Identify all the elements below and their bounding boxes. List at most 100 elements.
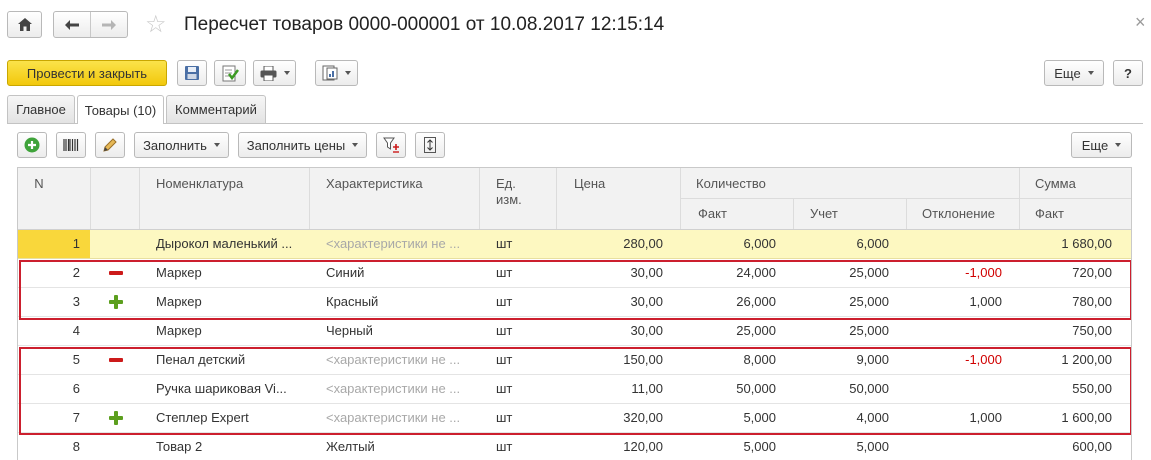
printer-icon: [260, 65, 276, 81]
tab-divider: [7, 123, 1143, 124]
cell-price: 320,00: [623, 410, 663, 425]
cell-sum: 1 680,00: [1061, 236, 1112, 251]
cell-qty-account: 25,000: [849, 265, 889, 280]
document-title: Пересчет товаров 0000-000001 от 10.08.20…: [184, 14, 665, 35]
col-header-sum: Сумма: [1035, 176, 1076, 191]
table-row[interactable]: 1 Дырокол маленький ... <характеристики не…: [18, 230, 1131, 259]
cell-sum: 750,00: [1072, 323, 1112, 338]
post-button[interactable]: [214, 60, 246, 86]
cell-unit: шт: [496, 236, 513, 251]
table-row[interactable]: 5 Пенал детский <характеристики не ... шт 15…: [18, 346, 1131, 375]
table-row[interactable]: 7 Степлер Expert <характеристики не ... шт 3…: [18, 404, 1131, 433]
more-button[interactable]: Еще: [1044, 60, 1104, 86]
col-header-characteristic[interactable]: Характеристика: [326, 176, 423, 192]
tab-comment[interactable]: Комментарий: [166, 95, 266, 123]
table-row[interactable]: 2 Маркер Синий шт 30,00 24,000 25,000 -1,000 720…: [18, 259, 1131, 288]
favorite-star-icon[interactable]: ☆: [145, 12, 167, 38]
reports-dropdown[interactable]: [315, 60, 358, 86]
shortage-minus-icon: [109, 358, 123, 362]
col-header-qty-fact[interactable]: Факт: [698, 206, 727, 222]
help-button[interactable]: ?: [1113, 60, 1143, 86]
report-icon: [322, 65, 338, 81]
cell-sum: 780,00: [1072, 294, 1112, 309]
cell-unit: шт: [496, 294, 513, 309]
back-button[interactable]: [54, 12, 90, 37]
pencil-icon: [103, 138, 117, 152]
cell-sum: 720,00: [1072, 265, 1112, 280]
home-button[interactable]: [7, 11, 42, 38]
tab-main[interactable]: Главное: [7, 95, 75, 123]
cell-characteristic: Желтый: [326, 439, 375, 454]
pick-goods-button[interactable]: [95, 132, 125, 158]
col-header-sum-fact[interactable]: Факт: [1035, 206, 1064, 222]
table-more-label: Еще: [1081, 137, 1109, 153]
cell-qty-fact: 8,000: [743, 352, 776, 367]
cell-nomenclature: Маркер: [156, 294, 202, 309]
table-row[interactable]: 8 Товар 2 Желтый шт 120,00 5,000 5,000 600,00: [18, 433, 1131, 460]
cell-qty-fact: 6,000: [743, 236, 776, 251]
table-row[interactable]: 3 Маркер Красный шт 30,00 26,000 25,000 1,000 78…: [18, 288, 1131, 317]
add-circle-icon: [24, 137, 40, 153]
cell-characteristic: Красный: [326, 294, 379, 309]
cell-qty-deviation: [908, 230, 1002, 258]
fill-dropdown[interactable]: Заполнить: [134, 132, 229, 158]
print-dropdown[interactable]: [253, 60, 296, 86]
fill-prices-dropdown[interactable]: Заполнить цены: [238, 132, 367, 158]
filter-deviations-button[interactable]: [376, 132, 406, 158]
col-header-qty-deviation[interactable]: Отклонение: [922, 206, 995, 222]
cell-price: 30,00: [630, 294, 663, 309]
cell-qty-fact: 25,000: [736, 323, 776, 338]
col-header-n[interactable]: N: [18, 176, 60, 192]
col-header-nomenclature[interactable]: Номенклатура: [156, 176, 243, 192]
tab-goods[interactable]: Товары (10): [77, 95, 164, 124]
cell-qty-account: 9,000: [856, 352, 889, 367]
cell-unit: шт: [496, 410, 513, 425]
cell-nomenclature: Пенал детский: [156, 352, 246, 367]
cell-price: 30,00: [630, 323, 663, 338]
cell-nomenclature: Ручка шариковая Vi...: [156, 381, 287, 396]
cell-characteristic: <характеристики не ...: [326, 236, 461, 251]
cell-price: 30,00: [630, 265, 663, 280]
cell-qty-account: 4,000: [856, 410, 889, 425]
close-icon[interactable]: ×: [1135, 12, 1146, 33]
barcode-button[interactable]: [56, 132, 86, 158]
col-header-unit[interactable]: Ед. изм.: [496, 176, 522, 208]
col-header-qty-account[interactable]: Учет: [810, 206, 838, 222]
header-divider: [90, 168, 91, 230]
cell-n: 3: [72, 294, 80, 309]
cell-qty-fact: 26,000: [736, 294, 776, 309]
post-and-close-button[interactable]: Провести и закрыть: [7, 60, 167, 86]
cell-qty-fact: 5,000: [743, 410, 776, 425]
cell-qty-account: 50,000: [849, 381, 889, 396]
header-divider: [139, 168, 140, 230]
cell-n: 6: [72, 381, 80, 396]
cell-qty-account: 5,000: [856, 439, 889, 454]
forward-button[interactable]: [90, 12, 127, 37]
header-divider: [680, 168, 681, 230]
row-height-button[interactable]: [415, 132, 445, 158]
save-icon: [185, 66, 199, 80]
cell-characteristic: Черный: [326, 323, 373, 338]
cell-price: 11,00: [631, 381, 663, 396]
cell-nomenclature: Товар 2: [156, 439, 203, 454]
cell-qty-fact: 50,000: [736, 381, 776, 396]
cell-price: 150,00: [623, 352, 663, 367]
add-row-button[interactable]: [17, 132, 47, 158]
tab-strip: Главное Товары (10) Комментарий: [0, 95, 1151, 124]
save-button[interactable]: [177, 60, 207, 86]
col-header-price[interactable]: Цена: [574, 176, 605, 192]
fill-label: Заполнить: [143, 137, 207, 153]
header-divider: [680, 198, 1131, 199]
cell-sum: 600,00: [1072, 439, 1112, 454]
table-row[interactable]: 4 Маркер Черный шт 30,00 25,000 25,000 750,00: [18, 317, 1131, 346]
cell-unit: шт: [496, 323, 513, 338]
table-row[interactable]: 6 Ручка шариковая Vi... <характеристики не…: [18, 375, 1131, 404]
cell-characteristic: Синий: [326, 265, 365, 280]
cell-qty-deviation: -1,000: [965, 265, 1002, 280]
header-divider: [1019, 168, 1020, 230]
cell-sum: 1 600,00: [1061, 410, 1112, 425]
goods-table: N Номенклатура Характеристика Ед. изм. Ц…: [17, 167, 1132, 460]
table-more-button[interactable]: Еще: [1071, 132, 1132, 158]
cell-characteristic: <характеристики не ...: [326, 410, 461, 425]
table-header: N Номенклатура Характеристика Ед. изм. Ц…: [18, 168, 1131, 230]
